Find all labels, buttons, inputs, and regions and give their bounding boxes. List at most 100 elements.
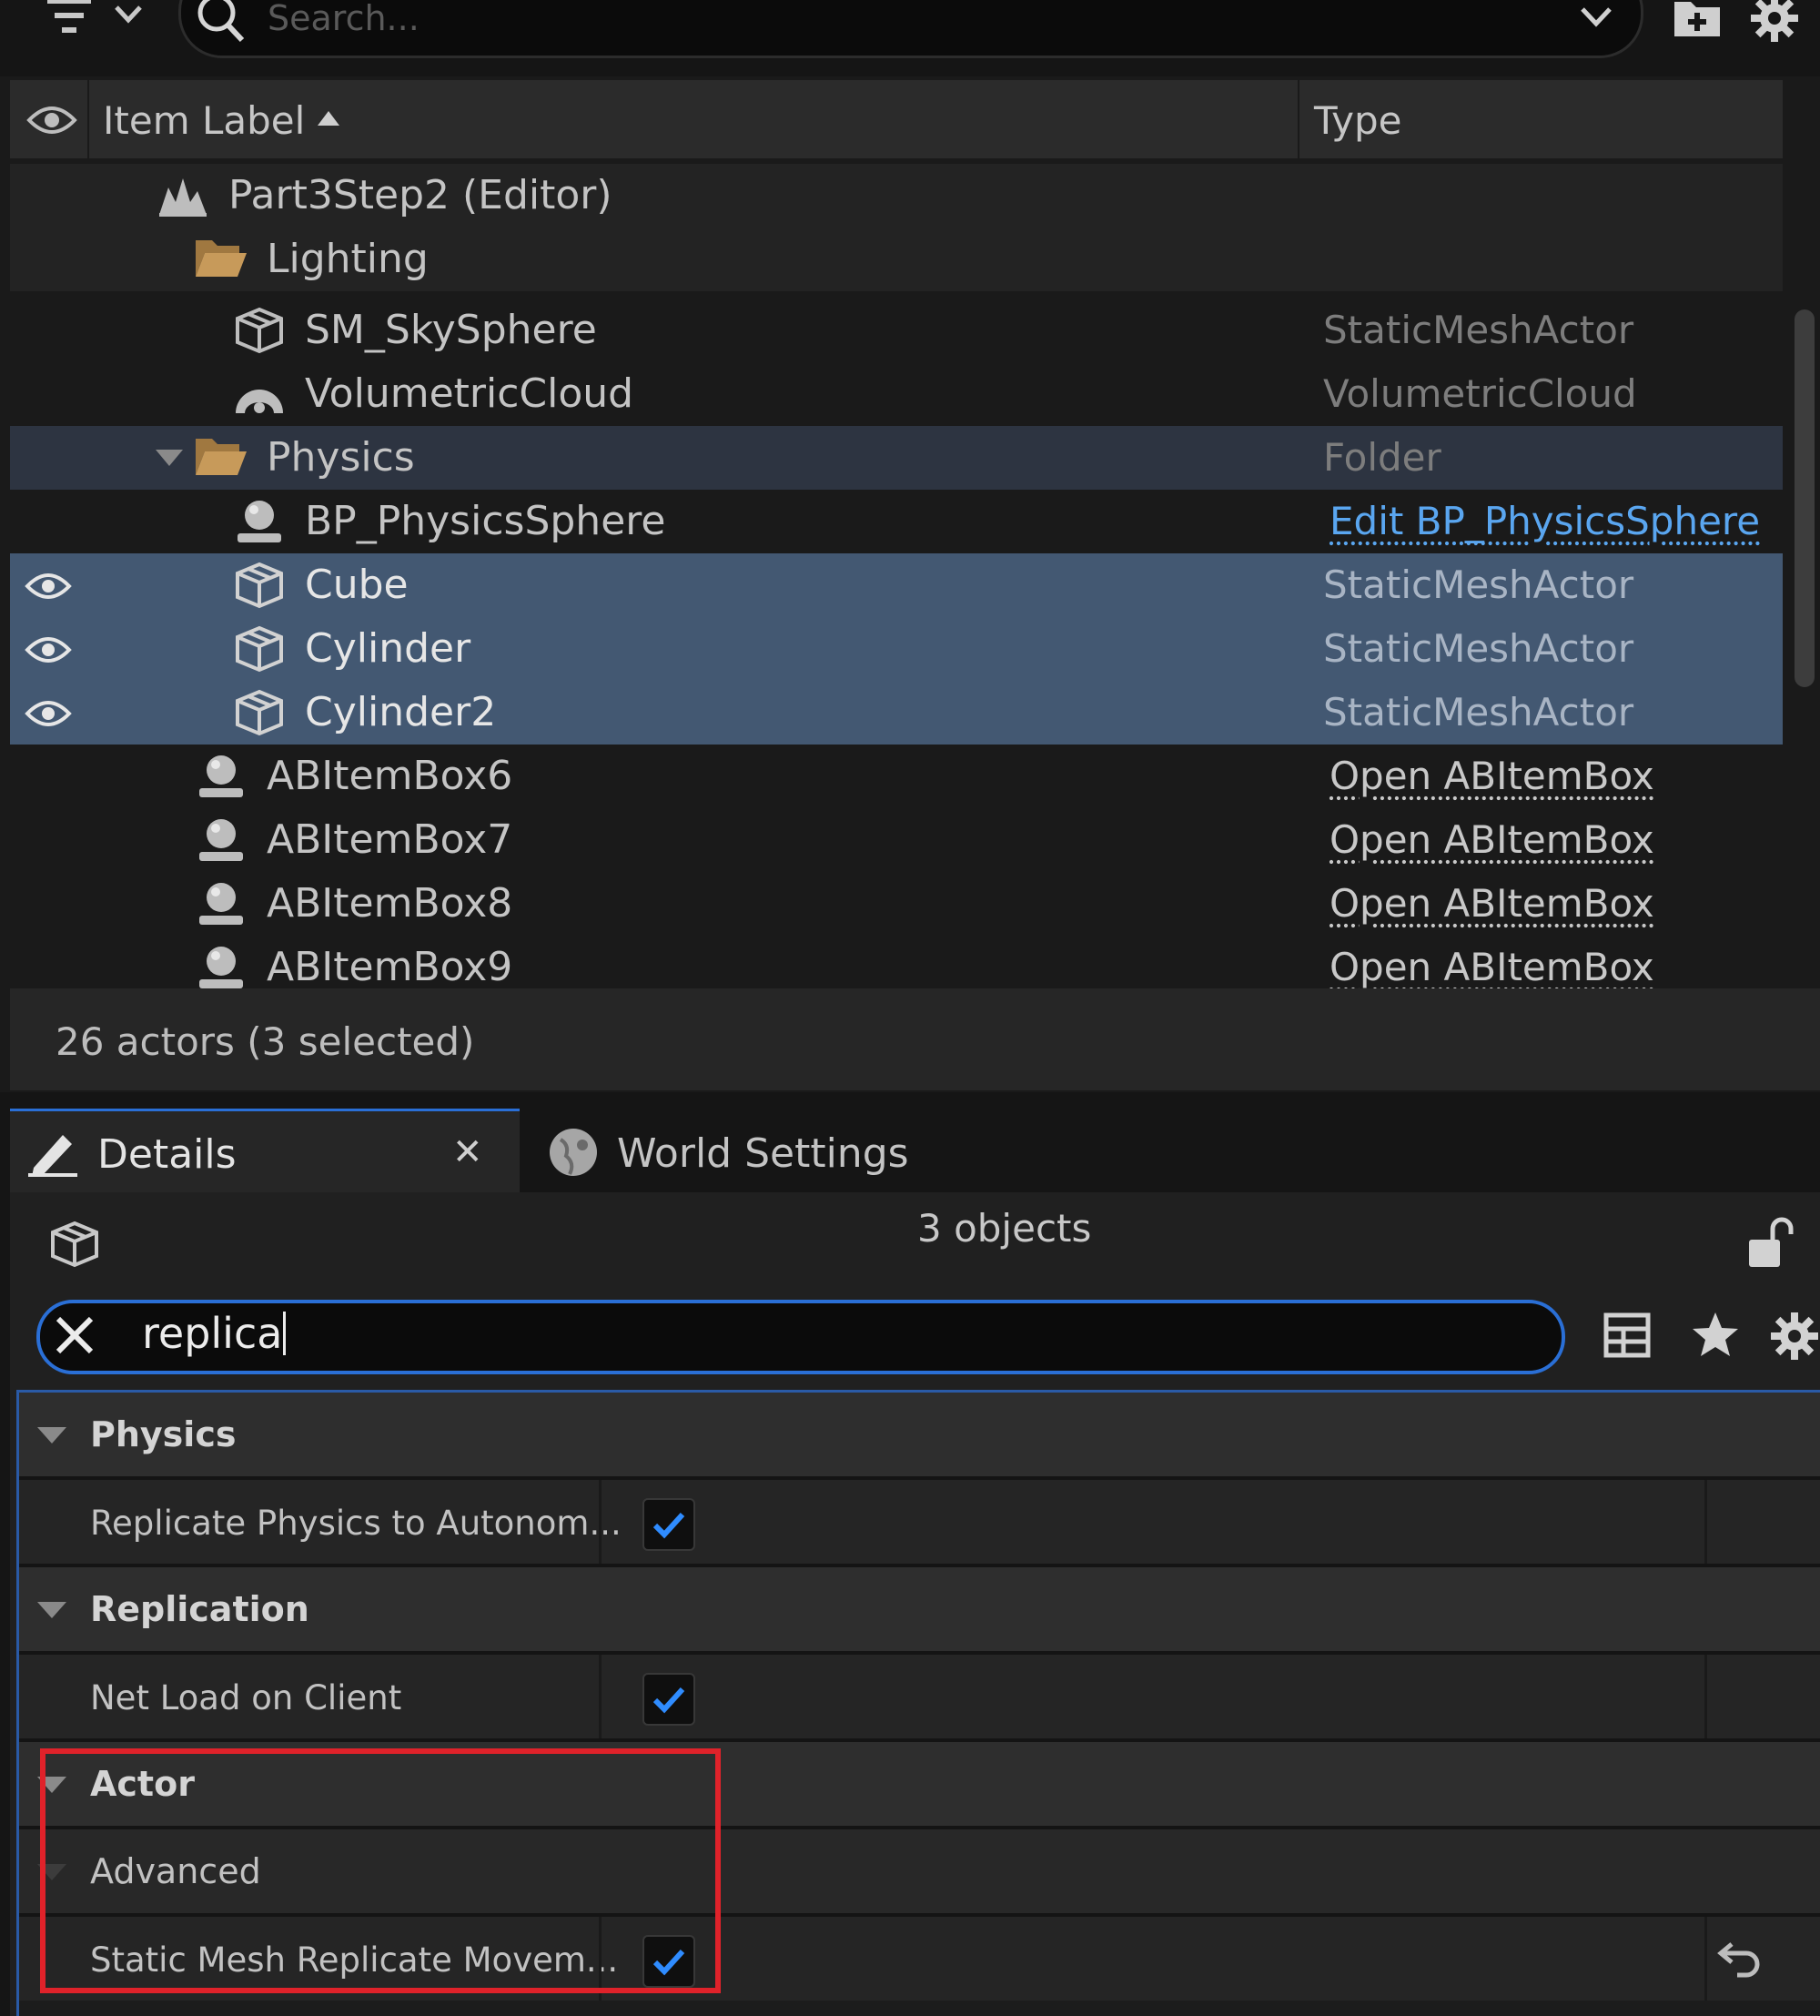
static-mesh-icon: [232, 561, 287, 610]
property-label: Net Load on Client: [90, 1678, 402, 1717]
tab-world-settings[interactable]: World Settings: [528, 1109, 1037, 1195]
favorites-star-icon[interactable]: [1691, 1311, 1740, 1358]
close-tab-icon[interactable]: ✕: [452, 1131, 483, 1173]
category-label: Replication: [90, 1589, 309, 1629]
search-history-chevron-icon[interactable]: [1579, 5, 1613, 29]
reset-to-default-icon[interactable]: [1717, 1939, 1761, 1979]
property-replicate-physics: Replicate Physics to Autonom...: [19, 1480, 1820, 1564]
replicate-physics-checkbox[interactable]: [642, 1498, 695, 1551]
folder-open-icon: [194, 435, 248, 479]
actor-icon: [194, 943, 248, 988]
visibility-eye-icon[interactable]: [25, 697, 72, 730]
column-item-label[interactable]: Item Label: [103, 98, 305, 143]
property-net-load-on-client: Net Load on Client: [19, 1655, 1820, 1738]
tab-world-settings-label: World Settings: [617, 1130, 909, 1177]
tree-row-label: ABItemBox7: [267, 816, 513, 863]
tree-row-folder-lighting[interactable]: Lighting: [10, 228, 1783, 291]
actor-icon: [194, 752, 248, 801]
details-settings-gear-icon[interactable]: [1769, 1311, 1820, 1362]
tree-row-cube[interactable]: Cube StaticMeshActor: [10, 553, 1783, 617]
tree-row-label: SM_SkySphere: [305, 307, 597, 353]
folder-open-icon: [194, 237, 248, 280]
tree-row-cylinder2[interactable]: Cylinder2 StaticMeshActor: [10, 681, 1783, 745]
actor-icon: [194, 816, 248, 865]
tree-row-type: StaticMeshActor: [1323, 562, 1634, 607]
tree-row-label: Cube: [305, 562, 409, 608]
outliner-column-header: Item Label Type: [10, 80, 1783, 158]
outliner-scrollbar[interactable]: [1795, 309, 1815, 687]
net-load-checkbox[interactable]: [642, 1673, 695, 1726]
tree-row-volumetric-cloud[interactable]: VolumetricCloud VolumetricCloud: [10, 362, 1783, 426]
actor-count-text: 26 actors (3 selected): [56, 1019, 475, 1064]
collapse-arrow-icon[interactable]: [35, 1425, 68, 1445]
property-label: Replicate Physics to Autonom...: [90, 1504, 622, 1543]
static-mesh-icon: [232, 688, 287, 737]
static-mesh-icon: [232, 624, 287, 674]
filter-dropdown-chevron-icon[interactable]: [113, 4, 144, 25]
actor-icon: [232, 497, 287, 546]
tree-row-type: VolumetricCloud: [1323, 371, 1637, 416]
cloud-icon: [232, 375, 287, 415]
world-outliner: Search... Item Label Type Part3Step2 (Ed…: [0, 0, 1820, 1092]
tree-row-label: Physics: [267, 434, 415, 481]
details-search-value: replica: [142, 1309, 283, 1358]
tree-row-type: StaticMeshActor: [1323, 308, 1634, 352]
tree-row-type: StaticMeshActor: [1323, 626, 1634, 671]
tree-row-bp-physicssphere[interactable]: BP_PhysicsSphere Edit BP_PhysicsSphere: [10, 490, 1783, 553]
static-mesh-selection-icon: [47, 1220, 102, 1271]
tree-row-label: ABItemBox6: [267, 753, 513, 799]
outliner-status-bar: 26 actors (3 selected): [10, 988, 1820, 1090]
tree-row-folder-physics[interactable]: Physics Folder: [10, 426, 1783, 490]
tab-details-label: Details: [97, 1131, 237, 1178]
tree-row-abitembox9[interactable]: ABItemBox9 Open ABItemBox: [10, 936, 1783, 988]
outliner-settings-gear-icon[interactable]: [1749, 0, 1800, 44]
text-caret: [283, 1312, 287, 1355]
table-view-icon[interactable]: [1603, 1312, 1651, 1358]
open-blueprint-link[interactable]: Open ABItemBox: [1330, 881, 1654, 927]
category-replication[interactable]: Replication: [19, 1567, 1820, 1651]
level-icon: [156, 171, 210, 220]
open-blueprint-link[interactable]: Open ABItemBox: [1330, 945, 1654, 988]
selected-object-count: 3 objects: [917, 1206, 1092, 1251]
column-type[interactable]: Type: [1314, 98, 1401, 143]
collapse-arrow-icon[interactable]: [35, 1600, 68, 1620]
visibility-column-eye-icon[interactable]: [26, 102, 77, 138]
static-mesh-icon: [232, 306, 287, 355]
tree-row-label: ABItemBox8: [267, 880, 513, 927]
tree-row-label: ABItemBox9: [267, 944, 513, 989]
tree-row-abitembox6[interactable]: ABItemBox6 Open ABItemBox: [10, 745, 1783, 808]
tree-row-cylinder[interactable]: Cylinder StaticMeshActor: [10, 617, 1783, 681]
visibility-eye-icon[interactable]: [25, 570, 72, 603]
outliner-toolbar: Search...: [0, 0, 1820, 76]
expand-arrow-icon[interactable]: [154, 448, 185, 470]
tree-row-label: Cylinder: [305, 625, 471, 672]
column-divider: [87, 80, 89, 158]
tree-row-type: StaticMeshActor: [1323, 690, 1634, 734]
unlock-icon[interactable]: [1745, 1216, 1796, 1271]
tree-row-abitembox8[interactable]: ABItemBox8 Open ABItemBox: [10, 872, 1783, 936]
tree-row-type: Folder: [1323, 435, 1441, 480]
pencil-icon: [26, 1128, 79, 1179]
search-icon: [195, 0, 246, 46]
category-physics[interactable]: Physics: [19, 1393, 1820, 1476]
tree-row-level[interactable]: Part3Step2 (Editor): [10, 164, 1783, 228]
column-divider: [1298, 80, 1299, 158]
tab-details[interactable]: Details ✕: [10, 1109, 520, 1195]
actor-icon: [194, 879, 248, 928]
visibility-eye-icon[interactable]: [25, 633, 72, 666]
sort-ascending-icon[interactable]: [316, 109, 341, 127]
edit-blueprint-link[interactable]: Edit BP_PhysicsSphere: [1330, 499, 1760, 544]
open-blueprint-link[interactable]: Open ABItemBox: [1330, 754, 1654, 799]
open-blueprint-link[interactable]: Open ABItemBox: [1330, 817, 1654, 863]
filter-icon[interactable]: [44, 0, 98, 47]
tree-row-abitembox7[interactable]: ABItemBox7 Open ABItemBox: [10, 808, 1783, 872]
tree-row-label: Part3Step2 (Editor): [228, 172, 612, 218]
tree-row-label: Cylinder2: [305, 689, 497, 735]
add-folder-icon[interactable]: [1673, 0, 1722, 40]
tree-row-sm-skysphere[interactable]: SM_SkySphere StaticMeshActor: [10, 299, 1783, 362]
globe-icon: [548, 1127, 599, 1178]
tree-row-label: VolumetricCloud: [305, 370, 634, 417]
outliner-search-placeholder: Search...: [268, 0, 420, 38]
tree-row-label: Lighting: [267, 236, 429, 282]
clear-search-icon[interactable]: [53, 1313, 96, 1357]
